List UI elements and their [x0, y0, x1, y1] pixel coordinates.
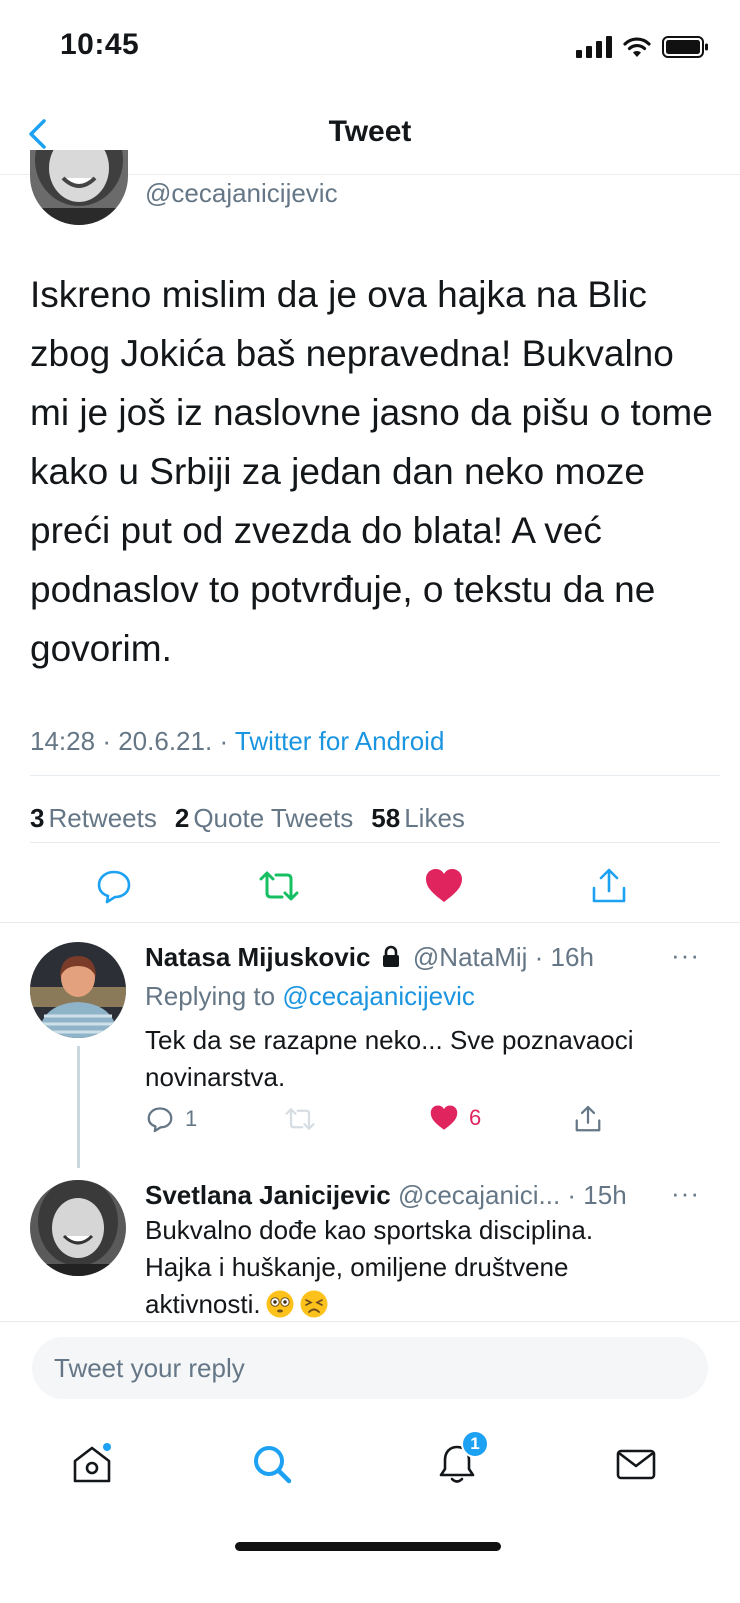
- tweet-action-bar: [0, 855, 740, 923]
- reply-avatar-natasa[interactable]: [30, 942, 126, 1038]
- reply-reply-count: 1: [185, 1106, 198, 1131]
- flushed-face-emoji-icon: [266, 1290, 294, 1318]
- persevering-face-emoji-icon: [300, 1290, 328, 1318]
- tweet-timestamp: 14:28 · 20.6.21. · Twitter for Android: [30, 726, 444, 757]
- home-indicator[interactable]: [235, 1542, 501, 1551]
- composer-placeholder: Tweet your reply: [54, 1353, 245, 1383]
- likes-label: Likes: [404, 803, 465, 833]
- tweet-stats: 3 Retweets 2 Quote Tweets 58 Likes: [30, 803, 465, 834]
- avatar-image: [30, 1180, 126, 1276]
- lock-icon: [382, 945, 399, 967]
- bottom-tab-bar: 1: [0, 1420, 740, 1510]
- replying-to: Replying to @cecajanicijevic: [145, 981, 475, 1012]
- reply-avatar-svetlana[interactable]: [30, 1180, 126, 1276]
- reply-composer-input[interactable]: Tweet your reply: [32, 1337, 708, 1399]
- retweet-button[interactable]: [256, 863, 302, 909]
- status-bar: 10:45: [0, 0, 740, 95]
- mail-icon: [616, 1449, 656, 1480]
- divider: [30, 775, 720, 776]
- reply-author-name[interactable]: Svetlana Janicijevic: [145, 1180, 391, 1210]
- reply-text: Bukvalno dođe kao sportska disciplina. H…: [145, 1212, 705, 1323]
- heart-filled-icon: [430, 1105, 458, 1130]
- quote-tweets-stat[interactable]: 2 Quote Tweets: [175, 803, 353, 834]
- replying-to-handle[interactable]: @cecajanicijevic: [282, 981, 475, 1011]
- reply-author-handle[interactable]: @cecajanici...: [398, 1180, 560, 1210]
- status-time: 10:45: [60, 28, 140, 61]
- tab-home[interactable]: [62, 1434, 122, 1494]
- avatar-image: [30, 942, 126, 1038]
- heart-filled-icon: [426, 869, 462, 902]
- reply-retweet-button[interactable]: [283, 1104, 317, 1134]
- divider: [0, 1321, 740, 1322]
- notifications-badge: 1: [461, 1430, 489, 1458]
- tab-explore[interactable]: [242, 1434, 302, 1494]
- divider: [0, 922, 740, 923]
- author-avatar-image: [30, 150, 128, 225]
- reply-like-button[interactable]: 6: [429, 1104, 481, 1132]
- wifi-icon: [623, 37, 651, 57]
- retweet-icon: [285, 1108, 315, 1130]
- tweet-time: 14:28: [30, 726, 96, 756]
- more-options-button[interactable]: ···: [671, 940, 700, 971]
- tweet-source-link[interactable]: Twitter for Android: [235, 726, 445, 756]
- quote-tweets-label: Quote Tweets: [193, 803, 354, 833]
- likes-count: 58: [371, 803, 401, 833]
- reply-action-bar: 1 6: [145, 1104, 615, 1144]
- tweet-detail-screen: 10:45 Tweet @cecajanicijevic Iskreno mis…: [0, 0, 740, 1603]
- share-icon: [592, 868, 626, 903]
- reply-icon: [147, 1107, 173, 1133]
- reply-author-name[interactable]: Natasa Mijuskovic: [145, 942, 370, 972]
- search-icon: [254, 1446, 292, 1484]
- reply-text-line: Hajka i huškanje, omiljene društvene: [145, 1252, 569, 1282]
- reply-icon: [97, 870, 131, 904]
- tab-notifications[interactable]: 1: [427, 1430, 489, 1494]
- reply-header: Natasa Mijuskovic @NataMij · 16h: [145, 942, 594, 973]
- reply-text-line: aktivnosti.: [145, 1286, 705, 1323]
- likes-stat[interactable]: 58 Likes: [371, 803, 465, 834]
- divider: [30, 842, 720, 843]
- quote-tweets-count: 2: [174, 803, 190, 833]
- thread-connector-line: [77, 1046, 80, 1168]
- reply-header: Svetlana Janicijevic @cecajanici... · 15…: [145, 1180, 627, 1211]
- share-button[interactable]: [586, 863, 632, 909]
- tab-messages[interactable]: [606, 1434, 666, 1494]
- page-title: Tweet: [328, 115, 412, 148]
- retweets-label: Retweets: [48, 803, 157, 833]
- share-icon: [575, 1105, 601, 1132]
- reply-text: Tek da se razapne neko... Sve poznavaoci…: [145, 1025, 634, 1092]
- tweet-date: 20.6.21.: [118, 726, 213, 756]
- reply-author-handle[interactable]: @NataMij: [413, 942, 528, 972]
- meta-separator: ·: [102, 726, 111, 756]
- retweets-stat[interactable]: 3 Retweets: [30, 803, 157, 834]
- reply-share-button[interactable]: [573, 1104, 603, 1134]
- cellular-signal-icon: [576, 36, 612, 58]
- author-avatar[interactable]: [30, 150, 128, 225]
- meta-separator: ·: [219, 726, 229, 756]
- tweet-text: Iskreno mislim da je ova hajka na Blic z…: [30, 274, 713, 669]
- reply-time: · 15h: [567, 1180, 627, 1210]
- like-button[interactable]: [421, 863, 467, 909]
- replying-to-prefix: Replying to: [145, 981, 276, 1011]
- home-icon: [73, 1443, 111, 1483]
- reply-text-line: Bukvalno dođe kao sportska disciplina.: [145, 1215, 594, 1245]
- retweets-count: 3: [30, 803, 45, 833]
- reply-time: · 16h: [534, 942, 594, 972]
- author-handle[interactable]: @cecajanicijevic: [145, 178, 338, 209]
- battery-icon: [662, 36, 708, 58]
- reply-text-end: aktivnosti.: [145, 1289, 261, 1319]
- reply-button[interactable]: [91, 863, 137, 909]
- retweet-icon: [259, 871, 299, 901]
- status-icons: [576, 32, 710, 62]
- more-options-button[interactable]: ···: [671, 1178, 700, 1209]
- reply-like-count: 6: [469, 1105, 482, 1130]
- reply-reply-button[interactable]: 1: [145, 1104, 197, 1134]
